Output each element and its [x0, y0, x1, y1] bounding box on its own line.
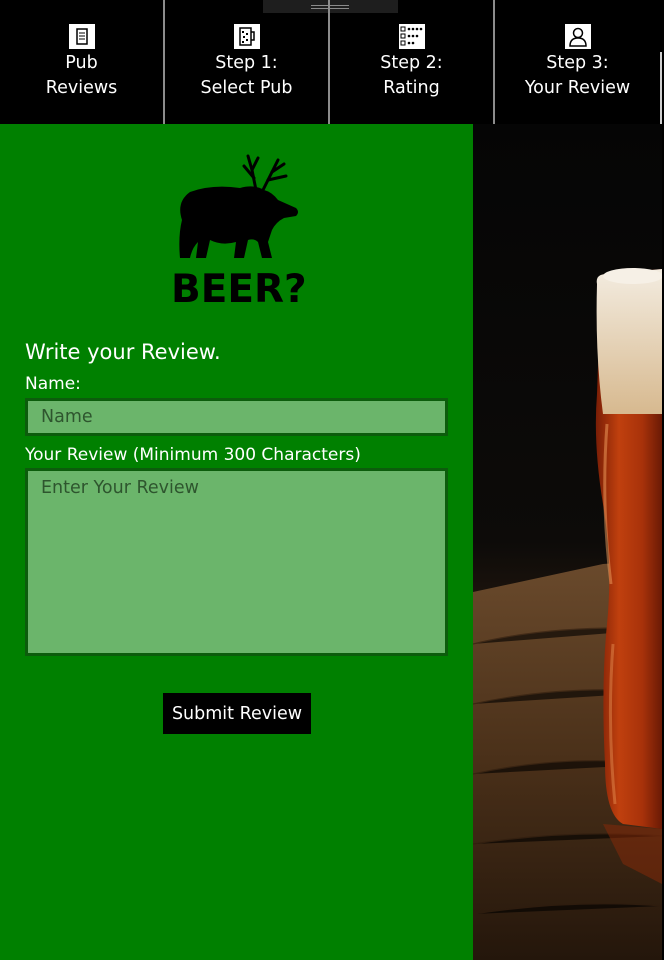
- tab-label: Step 2: Rating: [380, 53, 443, 98]
- form-title: Write your Review.: [25, 340, 221, 364]
- top-navigation: Pub Reviews Step 1: Select Pub Step 2: R…: [0, 0, 664, 124]
- beer-photo: [473, 124, 662, 960]
- checklist-icon: [398, 24, 425, 49]
- review-form-panel: BEER? Write your Review. Name: Your Revi…: [0, 124, 473, 960]
- tab-label: Step 3: Your Review: [524, 53, 631, 98]
- review-textarea[interactable]: [25, 468, 448, 656]
- beer-mug-icon: [233, 24, 260, 49]
- reviews-doc-icon: [68, 24, 95, 49]
- name-input[interactable]: [25, 398, 448, 436]
- tab-select-pub[interactable]: Step 1: Select Pub: [165, 0, 328, 124]
- name-label: Name:: [25, 374, 81, 394]
- logo-text: BEER?: [171, 267, 307, 308]
- review-label: Your Review (Minimum 300 Characters): [25, 445, 361, 465]
- tab-label: Pub Reviews: [45, 53, 118, 98]
- tab-label: Step 1: Select Pub: [200, 53, 293, 98]
- submit-review-button[interactable]: Submit Review: [163, 693, 311, 734]
- bear-logo: BEER?: [171, 154, 307, 308]
- scrollbar[interactable]: [660, 52, 662, 124]
- tab-your-review[interactable]: Step 3: Your Review: [495, 0, 660, 124]
- user-icon: [564, 24, 591, 49]
- tab-rating[interactable]: Step 2: Rating: [330, 0, 493, 124]
- tab-pub-reviews[interactable]: Pub Reviews: [0, 0, 163, 124]
